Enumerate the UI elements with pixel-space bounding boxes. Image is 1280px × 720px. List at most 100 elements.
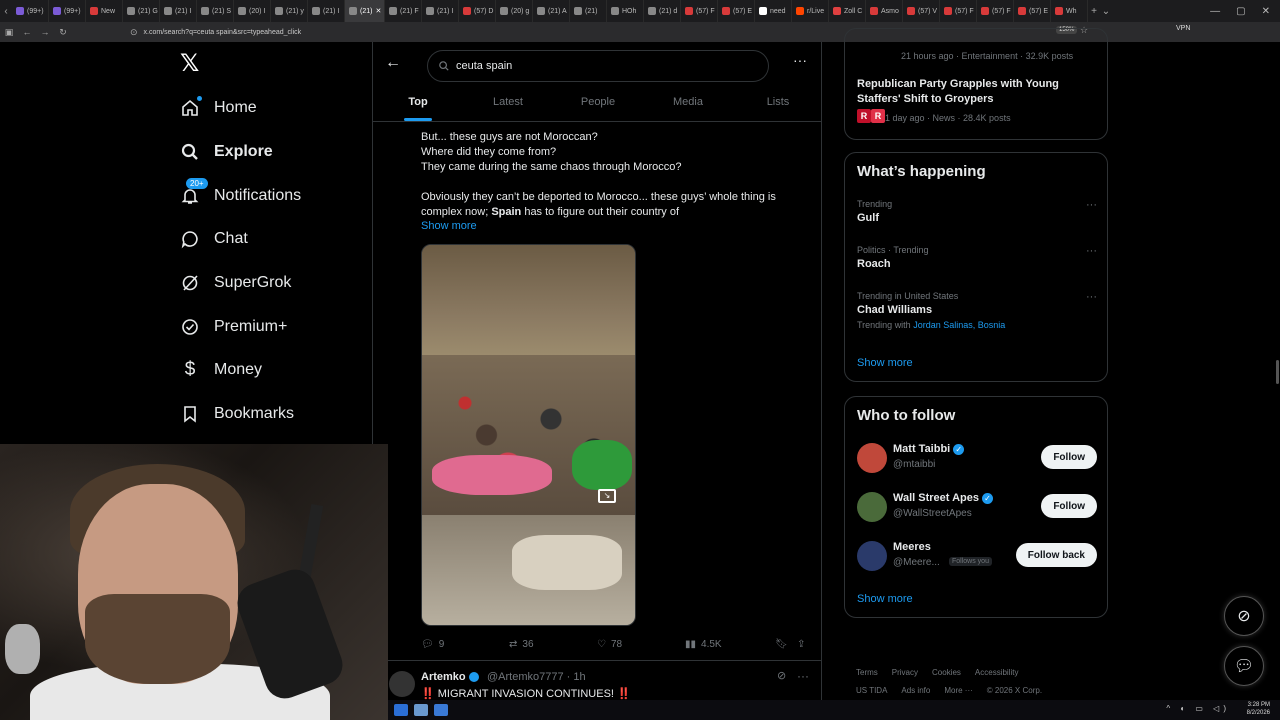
nav-explore[interactable]: Explore [180,138,273,166]
browser-tab[interactable]: (21) I [160,0,197,22]
steam-icon[interactable] [414,704,428,716]
system-tray[interactable]: ^ ◐ ▭ ◁) [1166,704,1230,713]
footer-link[interactable]: © 2026 X Corp. [987,686,1042,695]
browser-tab[interactable]: (57) D [459,0,496,22]
tab-people[interactable]: People [553,88,643,121]
browser-tab[interactable]: (21) I [422,0,459,22]
browser-tab[interactable]: (21) I [308,0,345,22]
follow-suggestion[interactable]: Wall Street Apes ✓ @WallStreetApes Follow [857,490,1097,524]
avatar[interactable] [857,443,887,473]
more-options-icon[interactable]: ··· [1086,199,1097,211]
trending-with-links[interactable]: Jordan Salinas, Bosnia [913,320,1005,330]
trend-item[interactable]: Trending Gulf ··· [857,199,1097,224]
browser-tab[interactable]: (21) [570,0,607,22]
browser-tab[interactable]: (99+) [49,0,86,22]
browser-tab[interactable]: (21) ✕ [345,0,385,22]
back-nav-icon[interactable]: ← [18,27,36,37]
footer-link[interactable]: Accessibility [975,668,1019,677]
follow-button[interactable]: Follow [1041,445,1097,469]
tab-media[interactable]: Media [643,88,733,121]
tweet-show-more-link[interactable]: Show more [421,220,477,232]
tab-top[interactable]: Top [373,88,463,121]
maximize-icon[interactable]: ▢ [1236,6,1245,17]
browser-tab[interactable]: (20) g [496,0,533,22]
footer-link[interactable]: More ··· [944,686,972,695]
follow-suggestion[interactable]: Meeres @Meere... Follows you Follow back [857,539,1097,573]
browser-tab[interactable]: need [755,0,792,22]
footer-link[interactable]: US TIDA [856,686,887,695]
browser-tab[interactable]: (57) F [940,0,977,22]
reload-icon[interactable]: ↻ [54,27,72,38]
news-headline[interactable]: Republican Party Grapples with Young Sta… [857,77,1097,107]
nav-bookmarks[interactable]: Bookmarks [180,400,294,428]
tab-back-icon[interactable]: ‹ [0,6,12,17]
browser-tab[interactable]: Zoll C [829,0,866,22]
browser-tab[interactable]: New [86,0,123,22]
browser-tab[interactable]: (57) F [681,0,718,22]
footer-link[interactable]: Terms [856,668,878,677]
more-options-icon[interactable]: ··· [793,52,807,68]
browser-tab[interactable]: (57) F [977,0,1014,22]
search-input[interactable] [456,60,756,72]
grok-icon[interactable]: ⊘ [777,669,786,682]
browser-tab[interactable]: (20) I [234,0,271,22]
avatar[interactable] [857,492,887,522]
browser-tab[interactable]: Asmo [866,0,903,22]
close-tab-icon[interactable]: ✕ [375,7,381,15]
more-options-icon[interactable]: ··· [797,669,809,683]
tweet-video[interactable]: ↘ [421,244,636,626]
browser-tab[interactable]: (57) E [718,0,755,22]
nav-premium[interactable]: Premium+ [180,313,287,341]
browser-tab[interactable]: (99+) [12,0,49,22]
browser-tab[interactable]: (21) F [385,0,422,22]
follow-button[interactable]: Follow [1041,494,1097,518]
follow-button[interactable]: Follow back [1015,543,1097,567]
page-scrollbar[interactable] [1276,360,1279,384]
show-more-link[interactable]: Show more [857,357,913,369]
taskbar-clock[interactable]: 3:28 PM 8/2/2026 [1247,701,1270,717]
close-window-icon[interactable]: ✕ [1262,6,1270,17]
minimize-icon[interactable]: — [1210,6,1220,17]
trend-item[interactable]: Trending in United States Chad Williams … [857,291,1097,330]
tab-latest[interactable]: Latest [463,88,553,121]
bookmark-button[interactable]: 🔖︎ [775,639,788,650]
browser-tab[interactable]: (57) E [1014,0,1051,22]
footer-link[interactable]: Cookies [932,668,961,677]
vpn-badge[interactable]: VPN [1176,25,1190,32]
avatar[interactable] [389,671,415,697]
tab-lists[interactable]: Lists [733,88,821,121]
show-more-link[interactable]: Show more [857,593,913,605]
trend-item[interactable]: Politics · Trending Roach ··· [857,245,1097,270]
avatar[interactable] [857,541,887,571]
share-button[interactable]: ⇪ [797,639,805,650]
new-tab-icon[interactable]: + [1088,6,1100,17]
footer-link[interactable]: Privacy [892,668,918,677]
url-field[interactable]: x.com/search?q=ceuta spain&src=typeahead… [144,29,302,36]
picture-in-picture-icon[interactable]: ↘ [598,489,616,503]
follow-suggestion[interactable]: Matt Taibbi ✓ @mtaibbi Follow [857,441,1097,475]
more-options-icon[interactable]: ··· [1086,245,1097,257]
like-button[interactable]: ♡ 78 [597,639,622,650]
browser-tab[interactable]: (57) V [903,0,940,22]
grok-fab-button[interactable]: ⊘ [1224,596,1264,636]
nav-home[interactable]: Home [180,94,257,122]
browser-tab[interactable]: HOh [607,0,644,22]
browser-tab[interactable]: (21) A [533,0,570,22]
sidebar-toggle-icon[interactable]: ▣ [0,27,18,38]
back-arrow-icon[interactable]: ← [385,54,401,72]
x-logo-icon[interactable]: 𝕏 [180,52,204,76]
repost-button[interactable]: ⇄ 36 [509,639,534,650]
browser-tab[interactable]: (21) S [197,0,234,22]
browser-tab[interactable]: Wh [1051,0,1088,22]
browser-tab[interactable]: (21) d [644,0,681,22]
app-icon[interactable] [434,704,448,716]
start-icon[interactable] [394,704,408,716]
reply-button[interactable]: 💬︎ 9 [421,639,444,650]
nav-notifications[interactable]: 20+ Notifications [180,178,301,210]
nav-money[interactable]: $ Money [180,356,262,384]
footer-link[interactable]: Ads info [901,686,930,695]
search-box[interactable] [427,50,769,82]
browser-tab[interactable]: r/Live [792,0,829,22]
browser-tab[interactable]: (21) G [123,0,160,22]
tweet-author-name[interactable]: Artemko [421,671,479,683]
